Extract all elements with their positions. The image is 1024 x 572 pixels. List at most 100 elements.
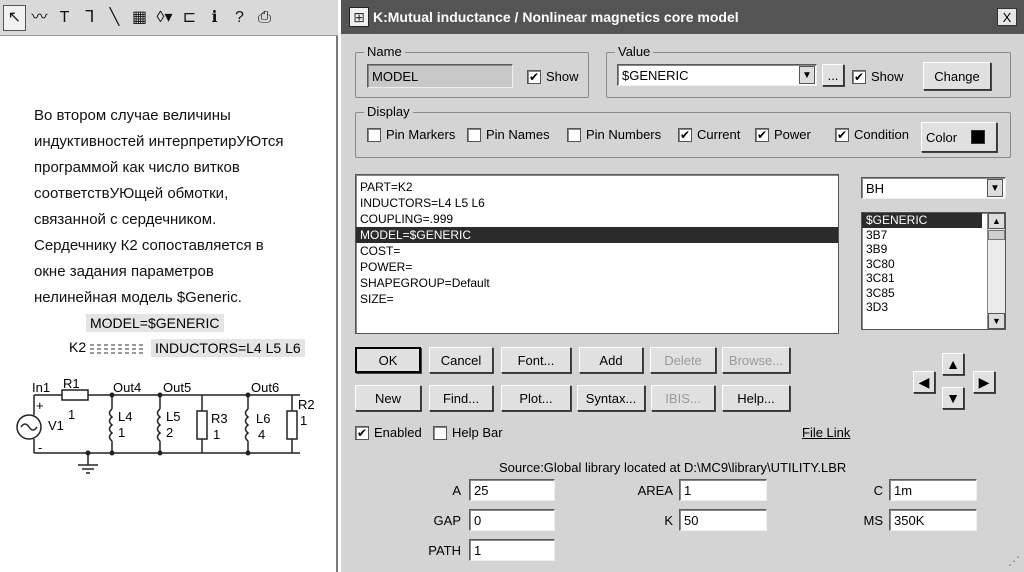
node-label-out4: Out4 bbox=[113, 380, 142, 395]
param-ms-field[interactable]: 350K bbox=[889, 509, 977, 531]
select-arrow-icon[interactable]: ↖ bbox=[3, 4, 26, 31]
attribute-row[interactable]: INDUCTORS=L4 L5 L6 bbox=[356, 195, 838, 211]
help-pointer-icon[interactable]: ? bbox=[228, 5, 251, 31]
model-type-dropdown-button[interactable]: ▼ bbox=[987, 179, 1003, 197]
value-combo[interactable]: $GENERIC bbox=[617, 64, 817, 86]
value-show-checkbox[interactable]: ✔ Show bbox=[852, 69, 904, 84]
ok-button[interactable]: OK bbox=[355, 347, 421, 373]
title-bar[interactable]: ⊞ K:Mutual inductance / Nonlinear magnet… bbox=[341, 0, 1024, 34]
value-show-label: Show bbox=[871, 69, 904, 84]
help-button[interactable]: Help... bbox=[722, 385, 790, 411]
scroll-down-button[interactable]: ▼ bbox=[988, 313, 1005, 329]
pin-numbers-label: Pin Numbers bbox=[586, 127, 662, 142]
shapes-dropdown-icon[interactable]: ◊▾ bbox=[153, 5, 176, 31]
color-label: Color bbox=[926, 129, 958, 145]
condition-checkbox[interactable]: ✔ Condition bbox=[835, 127, 909, 142]
current-checkbox[interactable]: ✔ Current bbox=[678, 127, 740, 142]
help-bar-checkbox[interactable]: Help Bar bbox=[433, 425, 503, 440]
move-right-button[interactable]: ▶ bbox=[973, 371, 995, 393]
file-link[interactable]: File Link bbox=[802, 425, 850, 440]
attribute-row[interactable]: MODEL=$GENERIC bbox=[356, 227, 838, 243]
change-button[interactable]: Change bbox=[923, 62, 991, 90]
move-up-button[interactable]: ▲ bbox=[942, 353, 964, 375]
param-path-field[interactable]: 1 bbox=[469, 539, 555, 561]
color-swatch bbox=[971, 130, 986, 144]
attribute-list[interactable]: PART=K2 INDUCTORS=L4 L5 L6 COUPLING=.999 MO… bbox=[355, 174, 839, 334]
wire-icon[interactable]: 〰 bbox=[28, 5, 51, 31]
name-field[interactable]: MODEL bbox=[367, 64, 513, 88]
value-show-check-box[interactable]: ✔ bbox=[852, 69, 866, 84]
value-browse-button[interactable]: ... bbox=[822, 64, 844, 86]
attribute-row[interactable]: POWER= bbox=[356, 259, 838, 275]
enabled-checkbox[interactable]: ✔ Enabled bbox=[355, 425, 422, 440]
model-list-scrollbar[interactable]: ▲ ▼ bbox=[987, 213, 1005, 329]
close-button[interactable]: X bbox=[997, 8, 1017, 26]
enabled-check-box[interactable]: ✔ bbox=[355, 425, 369, 440]
font-button[interactable]: Font... bbox=[501, 347, 571, 373]
move-down-button[interactable]: ▼ bbox=[942, 387, 964, 409]
syntax-button[interactable]: Syntax... bbox=[577, 385, 645, 411]
pin-names-checkbox[interactable]: Pin Names bbox=[467, 127, 550, 142]
l4-value: 1 bbox=[118, 425, 126, 440]
k2-label: K2 bbox=[69, 339, 87, 355]
param-c-field[interactable]: 1m bbox=[889, 479, 977, 501]
flag-icon[interactable]: ⊏ bbox=[178, 5, 201, 31]
find-button[interactable]: Find... bbox=[429, 385, 493, 411]
pin-numbers-check-box[interactable] bbox=[567, 127, 581, 142]
close-icon: X bbox=[1002, 9, 1012, 25]
orthogonal-wire-icon[interactable]: ᒣ bbox=[78, 5, 101, 31]
model-list-item[interactable]: 3C80 bbox=[862, 257, 1005, 272]
model-list-item[interactable]: 3B9 bbox=[862, 242, 1005, 257]
param-k-field[interactable]: 50 bbox=[679, 509, 767, 531]
model-list-item[interactable]: $GENERIC bbox=[862, 213, 982, 228]
chevron-up-icon: ▲ bbox=[992, 216, 1001, 226]
new-button[interactable]: New bbox=[355, 385, 421, 411]
param-gap-field[interactable]: 0 bbox=[469, 509, 555, 531]
attribute-row[interactable]: COST= bbox=[356, 243, 838, 259]
help-bar-check-box[interactable] bbox=[433, 425, 447, 440]
name-show-check-box[interactable]: ✔ bbox=[527, 69, 541, 84]
color-button[interactable]: Color bbox=[921, 122, 997, 152]
model-list-item[interactable]: 3C85 bbox=[862, 286, 1005, 301]
ibis-button[interactable]: IBIS... bbox=[651, 385, 715, 411]
name-show-checkbox[interactable]: ✔ Show bbox=[527, 69, 579, 84]
attribute-row[interactable]: SIZE= bbox=[356, 291, 838, 307]
text-tool-icon[interactable]: T bbox=[53, 5, 76, 31]
plot-button[interactable]: Plot... bbox=[501, 385, 571, 411]
chevron-down-icon: ▼ bbox=[802, 69, 812, 81]
param-area-field[interactable]: 1 bbox=[679, 479, 767, 501]
value-dropdown-button[interactable]: ▼ bbox=[799, 66, 815, 84]
enabled-label: Enabled bbox=[374, 425, 422, 440]
pin-markers-check-box[interactable] bbox=[367, 127, 381, 142]
scroll-up-button[interactable]: ▲ bbox=[988, 213, 1005, 229]
browse-button[interactable]: Browse... bbox=[722, 347, 790, 373]
paragraph-line: связанной с сердечником. bbox=[34, 211, 217, 228]
pin-names-check-box[interactable] bbox=[467, 127, 481, 142]
diagonal-wire-icon[interactable]: ╲ bbox=[103, 5, 126, 31]
move-left-button[interactable]: ◀ bbox=[913, 371, 935, 393]
power-checkbox[interactable]: ✔ Power bbox=[755, 127, 811, 142]
model-type-combo[interactable]: BH bbox=[861, 177, 1006, 199]
condition-check-box[interactable]: ✔ bbox=[835, 127, 849, 142]
attribute-row[interactable]: PART=K2 bbox=[356, 179, 838, 195]
power-check-box[interactable]: ✔ bbox=[755, 127, 769, 142]
model-list-item[interactable]: 3B7 bbox=[862, 228, 1005, 243]
model-list-item[interactable]: 3D3 bbox=[862, 300, 1005, 315]
cancel-button[interactable]: Cancel bbox=[429, 347, 493, 373]
current-check-box[interactable]: ✔ bbox=[678, 127, 692, 142]
pin-numbers-checkbox[interactable]: Pin Numbers bbox=[567, 127, 661, 142]
model-list-item[interactable]: 3C81 bbox=[862, 271, 1005, 286]
scroll-thumb[interactable] bbox=[988, 230, 1005, 240]
printer-icon[interactable]: ⎙ bbox=[253, 5, 276, 31]
param-a-field[interactable]: 25 bbox=[469, 479, 555, 501]
info-icon[interactable]: ℹ bbox=[203, 5, 226, 31]
delete-button[interactable]: Delete bbox=[650, 347, 716, 373]
resize-grip-icon[interactable]: ⋰ bbox=[1008, 554, 1020, 568]
model-list[interactable]: $GENERIC 3B7 3B9 3C80 3C81 3C85 3D3 ▲ ▼ bbox=[861, 212, 1006, 330]
pin-markers-checkbox[interactable]: Pin Markers bbox=[367, 127, 455, 142]
info-grid-icon[interactable]: ▦ bbox=[128, 5, 151, 31]
attribute-row[interactable]: COUPLING=.999 bbox=[356, 211, 838, 227]
node-label-in1: In1 bbox=[32, 380, 51, 395]
add-button[interactable]: Add bbox=[579, 347, 643, 373]
attribute-row[interactable]: SHAPEGROUP=Default bbox=[356, 275, 838, 291]
